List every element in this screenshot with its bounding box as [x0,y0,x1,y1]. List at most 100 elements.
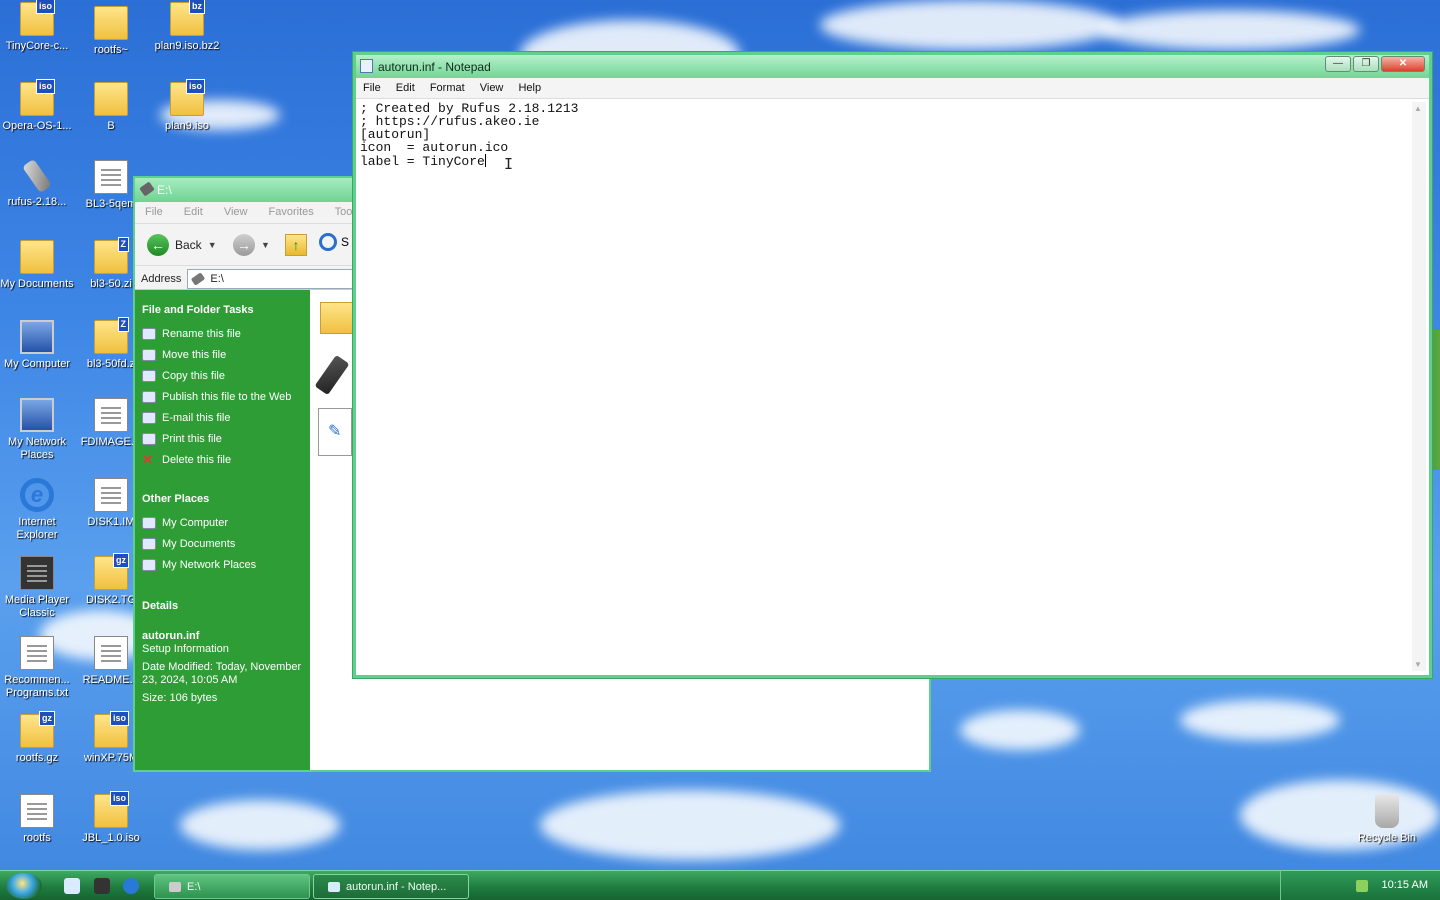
text-line-last: label = TinyCore [360,154,1411,168]
desktop-icon[interactable]: B [74,82,148,133]
menu-view[interactable]: View [224,206,248,218]
taskbar: E:\ autorun.inf - Notep... 10:15 AM [0,870,1440,900]
menu-favorites[interactable]: Favorites [269,206,314,218]
back-arrow-icon: ← [147,234,169,256]
chevron-down-icon[interactable]: ▼ [208,240,217,250]
bz2-file-icon: bz [170,0,205,36]
text-file-icon [20,636,54,670]
recycle-bin[interactable]: Recycle Bin [1350,794,1424,845]
desktop-icon[interactable]: rootfs~ [74,6,148,57]
task-delete[interactable]: ✕ Delete this file [142,453,310,467]
task-label: Delete this file [162,454,232,466]
start-button[interactable] [6,873,42,899]
close-button[interactable]: ✕ [1381,56,1425,72]
drive-icon [139,181,155,197]
publish-web-icon [142,391,156,403]
notepad-title: autorun.inf - Notepad [378,60,491,74]
task-email[interactable]: E-mail this file [142,412,310,425]
place-my-computer[interactable]: My Computer [142,517,310,530]
taskbar-button-explorer[interactable]: E:\ [154,874,310,899]
cloud [960,710,1080,750]
network-places-icon [142,559,156,571]
menu-file[interactable]: File [363,82,381,94]
task-label: Rename this file [162,328,241,340]
notepad-title-bar[interactable]: autorun.inf - Notepad — ❐ ✕ [356,55,1429,78]
other-places-heading[interactable]: Other Places [142,493,310,505]
desktop-icon[interactable]: gz rootfs.gz [0,711,74,765]
menu-file[interactable]: File [145,206,163,218]
gz-file-icon: gz [20,711,55,748]
menu-edit[interactable]: Edit [184,206,203,218]
vertical-scrollbar[interactable]: ▲ ▼ [1412,102,1426,671]
task-copy[interactable]: Copy this file [142,370,310,383]
folder-icon[interactable] [320,302,354,334]
place-my-network-places[interactable]: My Network Places [142,559,310,572]
task-print[interactable]: Print this file [142,433,310,446]
scroll-down-icon[interactable]: ▼ [1414,660,1422,669]
details-filetype: Setup Information [142,643,229,655]
taskbar-button-label: autorun.inf - Notep... [346,881,447,893]
taskbar-button-notepad[interactable]: autorun.inf - Notep... [313,874,469,899]
desktop-icon[interactable]: My Documents [0,240,74,291]
task-move[interactable]: Move this file [142,349,310,362]
my-computer-icon [142,517,156,529]
desktop-icon[interactable]: Media Player Classic [0,556,74,620]
file-tasks-heading[interactable]: File and Folder Tasks [142,304,310,316]
desktop-icon[interactable]: My Computer [0,320,74,371]
usb-drive-icon[interactable] [314,354,350,396]
document-icon [20,794,54,828]
desktop-icon[interactable]: rufus-2.18... [0,158,74,209]
cloud [1180,700,1340,740]
up-folder-icon[interactable]: ↑ [285,234,307,256]
notepad-text-area[interactable]: ; Created by Rufus 2.18.1213; https://ru… [360,102,1411,671]
zip-file-icon: Z [94,317,129,354]
menu-help[interactable]: Help [518,82,541,94]
desktop-icon-label: My Documents [0,278,74,290]
desktop-icon[interactable]: bz plan9.iso.bz2 [150,0,224,53]
desktop-icon[interactable]: rootfs [0,794,74,845]
desktop-icon-label: rufus-2.18... [7,196,67,208]
task-pane: File and Folder Tasks Rename this file M… [135,290,310,770]
desktop-icon-label: plan9.iso [164,120,210,132]
forward-button[interactable]: → ▼ [233,234,270,256]
desktop-icon[interactable]: iso Opera-OS-1... [0,79,74,133]
clock[interactable]: 10:15 AM [1382,879,1428,891]
notepad-window[interactable]: autorun.inf - Notepad — ❐ ✕ File Edit Fo… [353,52,1432,678]
task-label: E-mail this file [162,412,231,424]
menu-edit[interactable]: Edit [396,82,415,94]
desktop-icon[interactable]: My Network Places [0,398,74,462]
back-button[interactable]: ← Back ▼ [147,234,217,256]
search-button[interactable]: S [319,233,349,251]
cloud [1100,10,1360,50]
notepad-icon [360,59,373,73]
desktop-icon[interactable]: iso JBL_1.0.iso [74,791,148,845]
setup-file-icon[interactable] [318,408,352,456]
place-my-documents[interactable]: My Documents [142,538,310,551]
minimize-button[interactable]: — [1325,56,1351,72]
text-line: ; https://rufus.akeo.ie [360,114,540,129]
desktop-icon[interactable]: e Internet Explorer [0,478,74,542]
desktop-icon-label: rootfs.gz [15,752,59,764]
cloud [820,0,1120,50]
back-label: Back [175,238,202,252]
desktop-icon-label: rootfs~ [94,44,128,56]
menu-view[interactable]: View [480,82,504,94]
desktop-icon[interactable]: iso TinyCore-c... [0,0,74,53]
text-line: [autorun] [360,127,431,142]
desktop-icon[interactable]: iso plan9.iso [150,79,224,133]
media-player-icon[interactable] [94,878,110,894]
network-icon[interactable] [1356,880,1368,892]
place-label: My Documents [162,538,236,550]
details-heading[interactable]: Details [142,600,310,612]
chevron-down-icon[interactable]: ▼ [261,240,270,250]
show-desktop-icon[interactable] [64,878,80,894]
task-publish[interactable]: Publish this file to the Web [142,391,310,404]
maximize-button[interactable]: ❐ [1353,56,1379,72]
desktop-icon[interactable]: Recommen... Programs.txt [0,636,74,700]
iso-file-icon: iso [20,79,55,116]
zip-file-icon: Z [94,237,129,274]
task-rename[interactable]: Rename this file [142,328,310,341]
scroll-up-icon[interactable]: ▲ [1414,104,1422,113]
menu-format[interactable]: Format [430,82,465,94]
internet-explorer-icon[interactable] [123,878,139,894]
